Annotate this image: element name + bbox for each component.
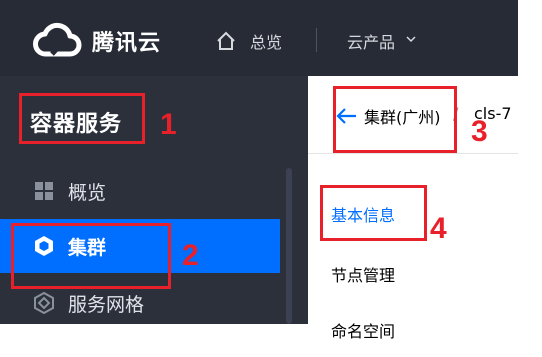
tencent-cloud-logo-icon[interactable]: [32, 20, 82, 60]
annotation-number-3: 3: [471, 115, 488, 148]
annotation-number-1: 1: [160, 108, 177, 141]
breadcrumb-divider: [308, 153, 518, 154]
annotation-box-3: [333, 86, 457, 153]
tab-node-management[interactable]: 节点管理: [331, 262, 395, 286]
brand-name[interactable]: 腾讯云: [92, 25, 161, 57]
annotation-box-4: [320, 185, 427, 241]
sidebar-item-label: 概览: [68, 182, 107, 204]
annotation-box-2: [11, 223, 171, 289]
nav-divider: [316, 28, 317, 52]
annotation-number-4: 4: [430, 212, 447, 245]
mesh-icon: [34, 292, 54, 314]
nav-overview-link[interactable]: 总览: [250, 29, 282, 53]
sidebar-item-label: 服务网格: [68, 294, 145, 316]
tab-namespace[interactable]: 命名空间: [331, 318, 395, 342]
right-edge-strip: [518, 0, 542, 357]
annotation-number-2: 2: [182, 239, 199, 272]
grid-icon: [35, 182, 53, 200]
chevron-down-icon[interactable]: [406, 34, 416, 44]
sidebar-scrollbar[interactable]: [286, 168, 292, 324]
bottom-crop-strip: [0, 324, 308, 357]
home-icon[interactable]: [215, 30, 237, 52]
nav-products-menu[interactable]: 云产品: [347, 29, 395, 53]
annotation-box-1: [19, 93, 145, 144]
sidebar-item-overview[interactable]: 概览: [0, 164, 280, 218]
